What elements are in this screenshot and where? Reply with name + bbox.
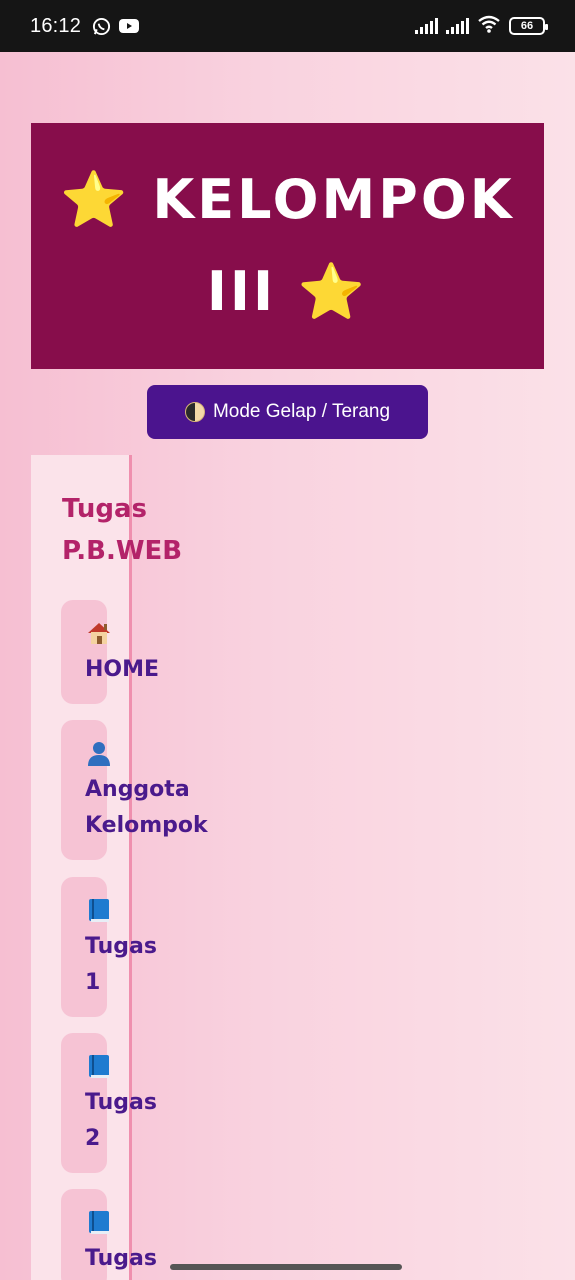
- page-title-line-2: III ⭐: [206, 260, 369, 323]
- youtube-icon: [119, 16, 140, 36]
- page-title-line-1: ⭐ KELOMPOK: [60, 168, 515, 231]
- book-icon: [85, 891, 175, 929]
- sidebar-item-home-content[interactable]: HOME: [85, 614, 285, 688]
- dark-mode-toggle-button[interactable]: Mode Gelap / Terang: [147, 385, 428, 439]
- whatsapp-icon: [91, 16, 111, 36]
- status-time: 16:12: [30, 14, 82, 37]
- page-title: ⭐ KELOMPOK III ⭐: [60, 154, 514, 338]
- sidebar-item-label: Tugas: [85, 1246, 157, 1271]
- battery-level: 66: [520, 20, 534, 32]
- status-bar: 16:12 66: [0, 0, 575, 52]
- sidebar-title-label: Tugas P.B.WEB: [62, 494, 183, 566]
- person-icon: [85, 734, 225, 772]
- battery-icon: 66: [509, 17, 548, 35]
- sidebar-item-label: Tugas 2: [85, 1090, 157, 1151]
- sidebar-item-tugas-3-content[interactable]: Tugas: [85, 1203, 175, 1277]
- dark-mode-toggle-label: Mode Gelap / Terang: [212, 401, 391, 422]
- sidebar-title: Tugas P.B.WEB: [62, 488, 262, 572]
- header-banner: ⭐ KELOMPOK III ⭐: [31, 123, 544, 369]
- sidebar-title-text: Tugas P.B.WEB: [62, 488, 262, 572]
- book-icon: [85, 1047, 175, 1085]
- sidebar-item-tugas-1-content[interactable]: Tugas 1: [85, 891, 175, 1001]
- sidebar-item-label: HOME: [85, 657, 160, 682]
- gesture-home-bar[interactable]: [170, 1264, 402, 1270]
- sidebar-item-tugas-2-content[interactable]: Tugas 2: [85, 1047, 175, 1157]
- wifi-icon: [477, 15, 501, 38]
- house-icon: [85, 614, 285, 652]
- sidebar-item-label: Anggota Kelompok: [85, 777, 208, 838]
- signal-icon: [446, 18, 469, 34]
- sidebar-item-label: Tugas 1: [85, 934, 157, 995]
- signal-icon: [415, 18, 438, 34]
- sidebar-item-anggota-kelompok-content[interactable]: Anggota Kelompok: [85, 734, 225, 844]
- half-moon-icon: [184, 402, 205, 422]
- book-icon: [85, 1203, 175, 1241]
